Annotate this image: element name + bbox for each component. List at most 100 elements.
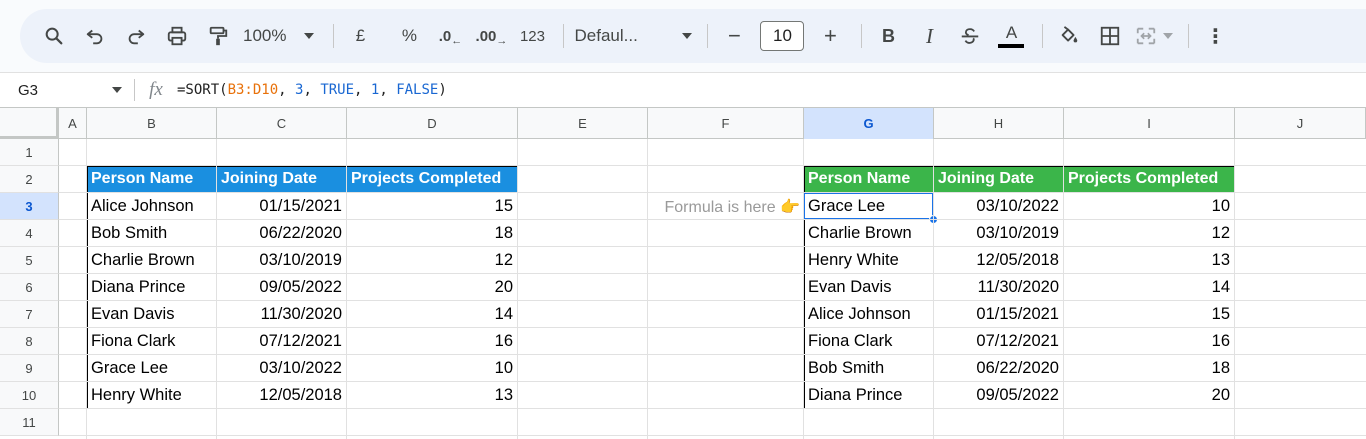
sorted-table-cell[interactable]: 07/12/2021 [934,328,1064,355]
decrease-decimal-button[interactable]: .0 ← [434,20,466,52]
search-menus-button[interactable] [38,20,70,52]
sorted-table-cell[interactable]: Diana Prince [804,382,934,409]
source-table-cell[interactable]: Alice Johnson [87,193,217,220]
sorted-table-cell[interactable]: 01/15/2021 [934,301,1064,328]
row-header-3[interactable]: 3 [0,193,59,220]
row-header-6[interactable]: 6 [0,274,59,301]
source-header-cell[interactable]: Projects Completed [347,166,518,193]
fill-color-button[interactable] [1053,20,1085,52]
sorted-table-cell[interactable]: 16 [1064,328,1235,355]
font-size-input[interactable]: 10 [760,21,805,51]
source-table-cell[interactable]: 06/22/2020 [217,220,347,247]
select-all-corner[interactable] [0,108,59,139]
source-table-cell[interactable]: 07/12/2021 [217,328,347,355]
sorted-table-cell[interactable]: 13 [1064,247,1235,274]
row-header-8[interactable]: 8 [0,328,59,355]
name-box[interactable]: G3 [0,73,134,107]
sorted-table-cell[interactable]: 03/10/2019 [934,220,1064,247]
row-header-4[interactable]: 4 [0,220,59,247]
sorted-table-cell[interactable]: 06/22/2020 [934,355,1064,382]
italic-button[interactable]: I [913,20,945,52]
sorted-table-cell[interactable]: 09/05/2022 [934,382,1064,409]
sorted-table-cell[interactable]: 12 [1064,220,1235,247]
source-header-cell[interactable]: Joining Date [217,166,347,193]
column-header-b[interactable]: B [87,108,217,139]
font-select[interactable]: Defaul... [574,20,693,52]
more-formats-button[interactable]: 123 [516,20,548,52]
sorted-table-cell[interactable]: Evan Davis [804,274,934,301]
format-currency-button[interactable]: £ [344,20,376,52]
source-table-cell[interactable]: Evan Davis [87,301,217,328]
decrease-font-size-button[interactable]: − [718,20,750,52]
sorted-header-cell[interactable]: Person Name [804,166,934,193]
sorted-table-cell[interactable]: 18 [1064,355,1235,382]
source-table-cell[interactable]: 11/30/2020 [217,301,347,328]
source-table-cell[interactable]: Charlie Brown [87,247,217,274]
column-header-j[interactable]: J [1235,108,1366,139]
source-table-cell[interactable]: 14 [347,301,518,328]
column-header-i[interactable]: I [1064,108,1235,139]
strikethrough-button[interactable] [954,20,986,52]
zoom-select[interactable]: 100% [243,20,318,52]
sorted-table-cell[interactable]: 12/05/2018 [934,247,1064,274]
source-table-cell[interactable]: 13 [347,382,518,409]
source-table-cell[interactable]: 15 [347,193,518,220]
source-table-cell[interactable]: Grace Lee [87,355,217,382]
sorted-table-cell[interactable]: 03/10/2022 [934,193,1064,220]
source-table-cell[interactable]: 16 [347,328,518,355]
source-table-cell[interactable]: 18 [347,220,518,247]
undo-button[interactable] [79,20,111,52]
source-table-cell[interactable]: 03/10/2019 [217,247,347,274]
sorted-header-cell[interactable]: Projects Completed [1064,166,1235,193]
source-table-cell[interactable]: Henry White [87,382,217,409]
paint-format-button[interactable] [202,20,234,52]
sorted-table-cell[interactable]: Henry White [804,247,934,274]
column-header-a[interactable]: A [59,108,87,139]
borders-button[interactable] [1094,20,1126,52]
row-header-1[interactable]: 1 [0,139,59,166]
increase-font-size-button[interactable]: + [814,20,846,52]
column-header-d[interactable]: D [347,108,518,139]
row-header-10[interactable]: 10 [0,382,59,409]
sorted-table-cell[interactable]: Grace Lee [804,193,934,220]
merge-cells-button[interactable] [1135,20,1174,52]
formula-input[interactable]: =SORT(B3:D10, 3, TRUE, 1, FALSE) [177,82,447,98]
bold-button[interactable]: B [872,20,904,52]
row-header-7[interactable]: 7 [0,301,59,328]
print-button[interactable] [161,20,193,52]
source-table-cell[interactable]: 12/05/2018 [217,382,347,409]
sorted-table-cell[interactable]: 20 [1064,382,1235,409]
row-header-2[interactable]: 2 [0,166,59,193]
sorted-table-cell[interactable]: 11/30/2020 [934,274,1064,301]
redo-button[interactable] [120,20,152,52]
text-color-button[interactable]: A [995,20,1027,52]
row-header-5[interactable]: 5 [0,247,59,274]
column-header-c[interactable]: C [217,108,347,139]
source-table-cell[interactable]: 01/15/2021 [217,193,347,220]
column-header-e[interactable]: E [518,108,648,139]
column-header-f[interactable]: F [648,108,804,139]
sorted-table-cell[interactable]: Charlie Brown [804,220,934,247]
row-header-11[interactable]: 11 [0,409,59,436]
source-table-cell[interactable]: Bob Smith [87,220,217,247]
source-table-cell[interactable]: 03/10/2022 [217,355,347,382]
spreadsheet-grid[interactable]: ABCDEFGHIJ 1 2 3 4 5 6 7 8 9 10 11 Person Name Join… [0,108,1366,439]
row-header-9[interactable]: 9 [0,355,59,382]
sorted-table-cell[interactable]: Fiona Clark [804,328,934,355]
source-table-cell[interactable]: Diana Prince [87,274,217,301]
sorted-table-cell[interactable]: 14 [1064,274,1235,301]
sorted-table-cell[interactable]: Alice Johnson [804,301,934,328]
sorted-table-cell[interactable]: 10 [1064,193,1235,220]
more-options-button[interactable]: ⋮ [1199,20,1231,52]
sorted-table-cell[interactable]: 15 [1064,301,1235,328]
format-percent-button[interactable]: % [393,20,425,52]
sorted-header-cell[interactable]: Joining Date [934,166,1064,193]
source-header-cell[interactable]: Person Name [87,166,217,193]
source-table-cell[interactable]: 20 [347,274,518,301]
increase-decimal-button[interactable]: .00 → [475,20,508,52]
source-table-cell[interactable]: 12 [347,247,518,274]
source-table-cell[interactable]: 10 [347,355,518,382]
source-table-cell[interactable]: 09/05/2022 [217,274,347,301]
column-header-h[interactable]: H [934,108,1064,139]
sorted-table-cell[interactable]: Bob Smith [804,355,934,382]
